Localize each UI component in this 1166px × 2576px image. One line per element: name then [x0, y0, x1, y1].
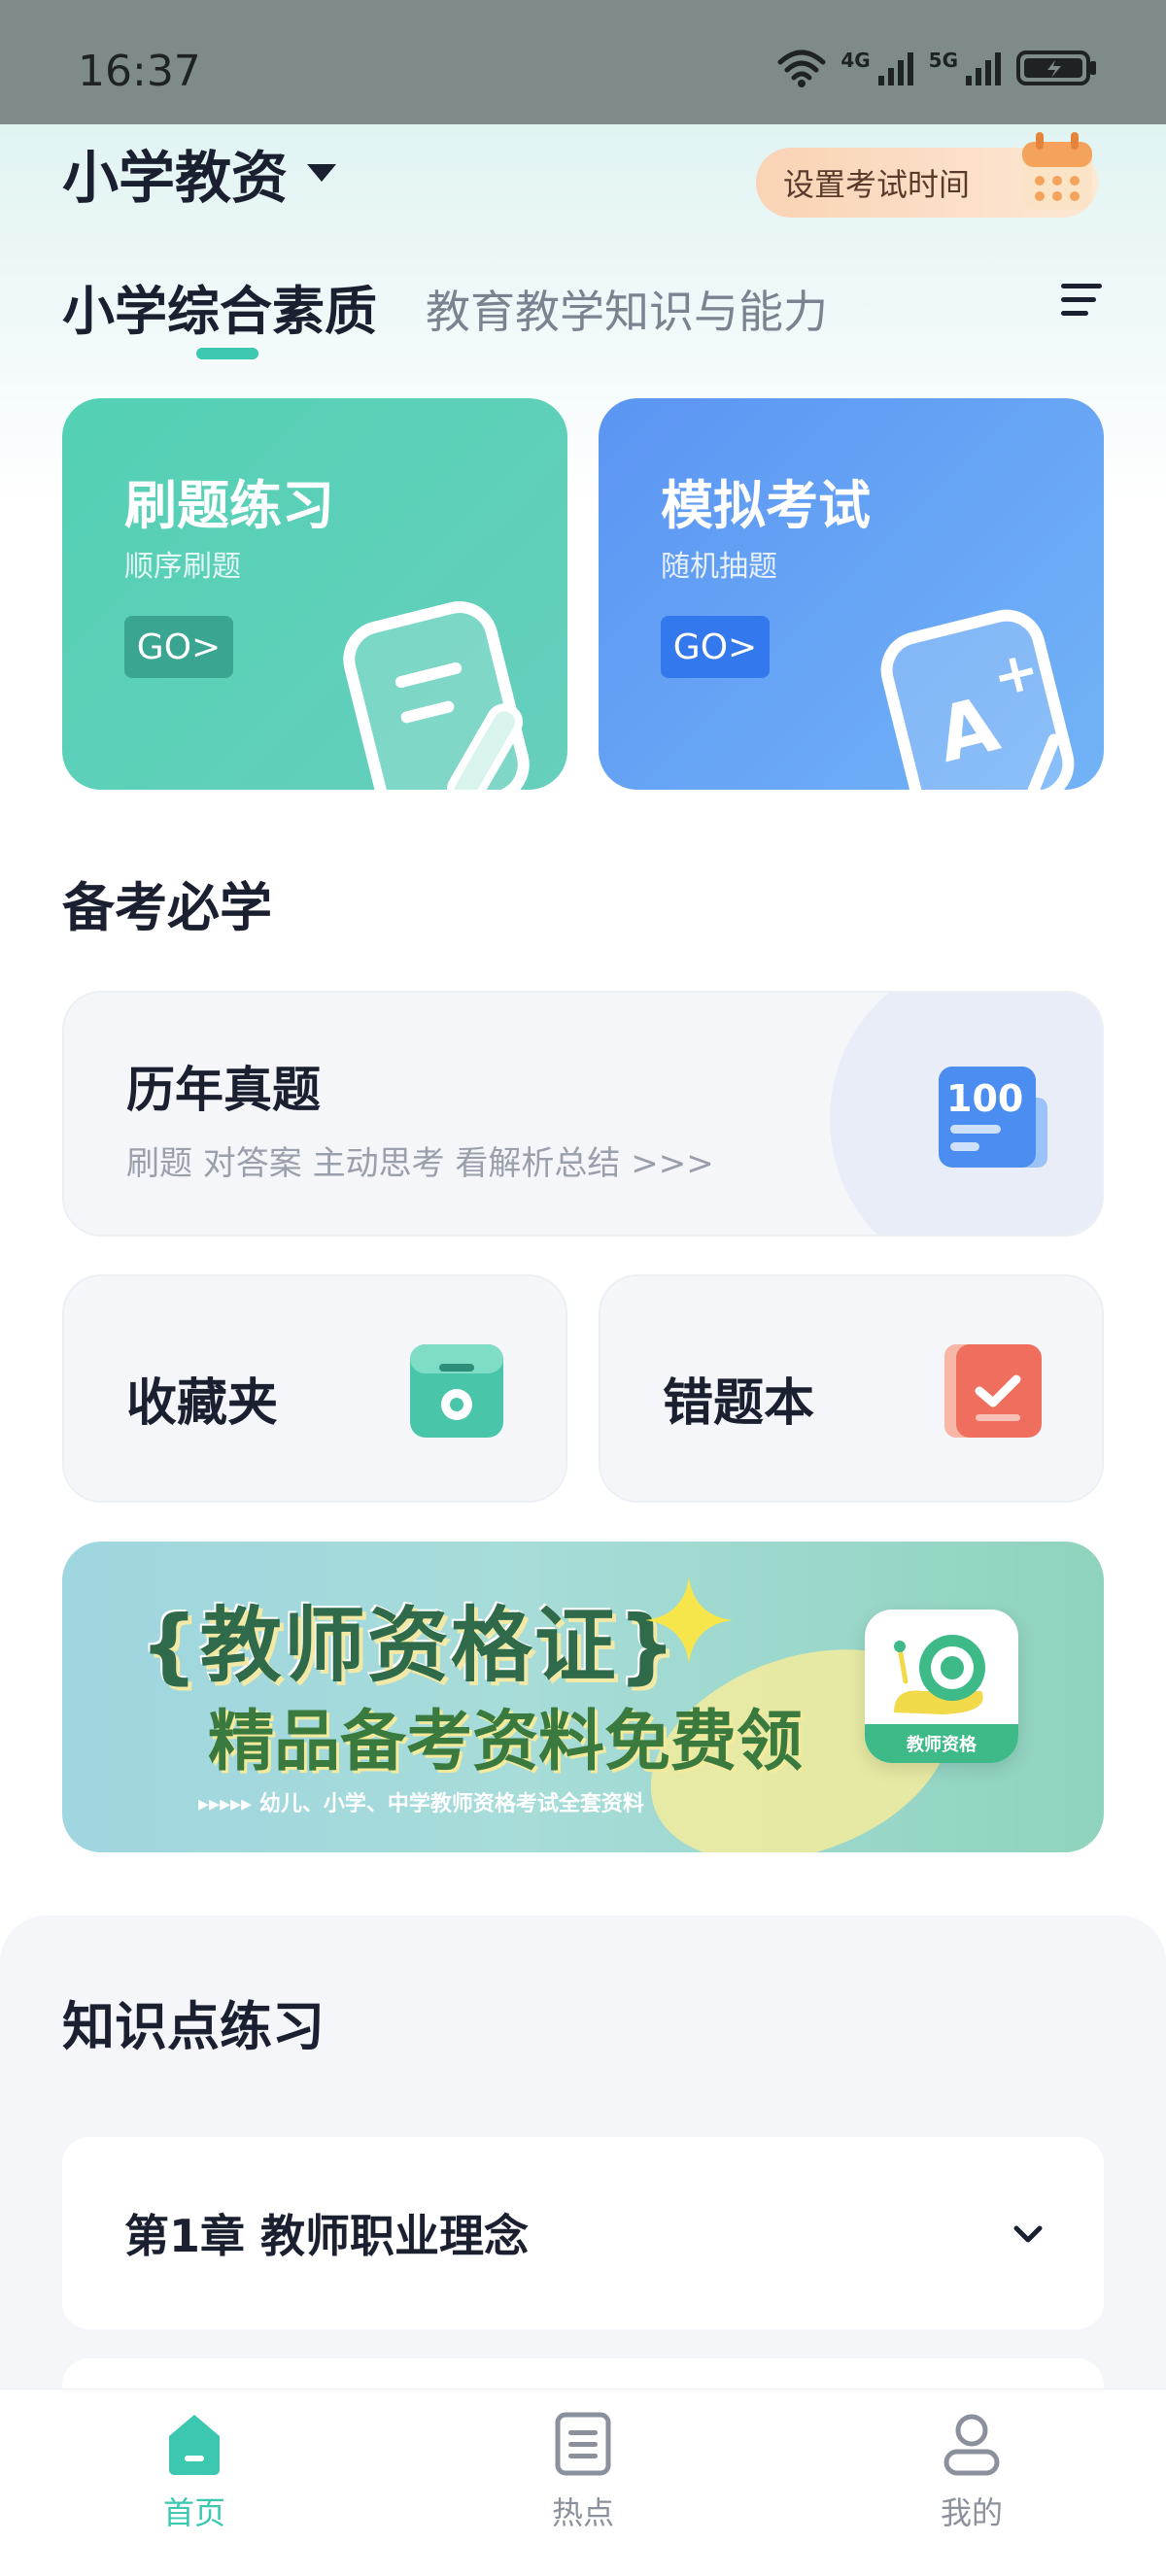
nav-hot[interactable]: 热点	[505, 2411, 661, 2533]
banner-title: {教师资格证}	[140, 1598, 678, 1693]
status-bar: 16:37 4G 5G	[0, 0, 1166, 124]
active-tab-indicator	[196, 348, 258, 359]
home-icon	[169, 2415, 220, 2475]
nav-home-label: 首页	[162, 2494, 225, 2531]
tab-education-knowledge[interactable]: 教育教学知识与能力	[426, 277, 828, 345]
past-papers-subtitle: 刷题 对答案 主动思考 看解析总结 >>>	[126, 1144, 714, 1183]
mock-exam-title: 模拟考试	[661, 475, 871, 536]
teacher-qualification-logo: 教师资格	[865, 1610, 1018, 1763]
battery-icon	[1016, 51, 1096, 85]
logo-caption: 教师资格	[865, 1724, 1018, 1763]
document-edit-icon	[343, 601, 530, 790]
exam-type-selector[interactable]: 小学教资	[62, 132, 337, 214]
banner-subtitle: 精品备考资料免费领	[208, 1704, 804, 1780]
bottom-navigation: 首页 热点 我的	[0, 2389, 1166, 2576]
banner-caption: ▸▸▸▸▸ 幼儿、小学、中学教师资格考试全套资料	[198, 1792, 644, 1816]
practice-go-button[interactable]: GO>	[124, 616, 233, 678]
nav-hot-label: 热点	[551, 2494, 614, 2531]
checked-notebook-icon	[944, 1344, 1042, 1438]
subject-tabs: 小学综合素质 教育教学知识与能力	[62, 268, 828, 345]
practice-card[interactable]: 刷题练习 顺序刷题 GO>	[62, 398, 567, 790]
status-icons: 4G 5G	[776, 49, 1098, 87]
tab-comprehensive-quality[interactable]: 小学综合素质	[62, 268, 377, 345]
wrong-answers-card[interactable]: 错题本	[599, 1274, 1104, 1503]
signal-icon	[877, 52, 913, 85]
user-icon	[943, 2414, 1000, 2476]
mock-exam-card[interactable]: 模拟考试 随机抽题 GO> A +	[599, 398, 1104, 790]
past-papers-title: 历年真题	[126, 1062, 321, 1118]
mock-exam-subtitle: 随机抽题	[661, 550, 777, 584]
home-screen: 16:37 4G 5G 小学教资 设置考试时间 小学综合素质 教育教学知识与能力…	[0, 0, 1166, 2576]
nav-profile[interactable]: 我的	[894, 2411, 1049, 2533]
sparkle-icon	[645, 1576, 733, 1664]
prep-section-title: 备考必学	[62, 877, 272, 938]
favorites-card[interactable]: 收藏夹	[62, 1274, 567, 1503]
exam-type-label: 小学教资	[62, 145, 289, 211]
nav-profile-label: 我的	[940, 2494, 1003, 2531]
chapter-label: 第1章 教师职业理念	[124, 2210, 530, 2262]
knowledge-section-title: 知识点练习	[62, 1996, 325, 2057]
menu-icon[interactable]	[1059, 278, 1104, 322]
chapter-item[interactable]: 第1章 教师职业理念	[62, 2137, 1104, 2329]
nav-home[interactable]: 首页	[117, 2411, 272, 2533]
snail-icon	[894, 1635, 985, 1714]
score-badge-text: 100	[946, 1077, 1023, 1120]
practice-subtitle: 顺序刷题	[124, 550, 241, 584]
mock-exam-go-button[interactable]: GO>	[661, 616, 770, 678]
folder-icon	[410, 1344, 503, 1438]
set-exam-time-label: 设置考试时间	[783, 166, 971, 203]
practice-title: 刷题练习	[124, 475, 334, 536]
wrong-answers-label: 错题本	[663, 1374, 815, 1433]
signal-icon	[966, 52, 1001, 85]
wifi-icon	[777, 50, 826, 87]
network-5g-label: 5G	[928, 49, 958, 72]
network-4g-label: 4G	[840, 49, 871, 72]
status-time: 16:37	[78, 47, 201, 96]
chevron-down-icon[interactable]	[1011, 2217, 1046, 2252]
past-papers-card[interactable]: 历年真题 刷题 对答案 主动思考 看解析总结 >>> 100	[62, 991, 1104, 1237]
grade-a-plus-icon: A +	[880, 609, 1075, 790]
calendar-icon	[1022, 132, 1092, 210]
promo-banner[interactable]: {教师资格证} 精品备考资料免费领 ▸▸▸▸▸ 幼儿、小学、中学教师资格考试全套…	[62, 1542, 1104, 1852]
favorites-label: 收藏夹	[126, 1374, 279, 1433]
document-icon	[555, 2412, 611, 2476]
score-100-icon: 100	[939, 1067, 1047, 1168]
caret-down-icon	[307, 164, 337, 182]
